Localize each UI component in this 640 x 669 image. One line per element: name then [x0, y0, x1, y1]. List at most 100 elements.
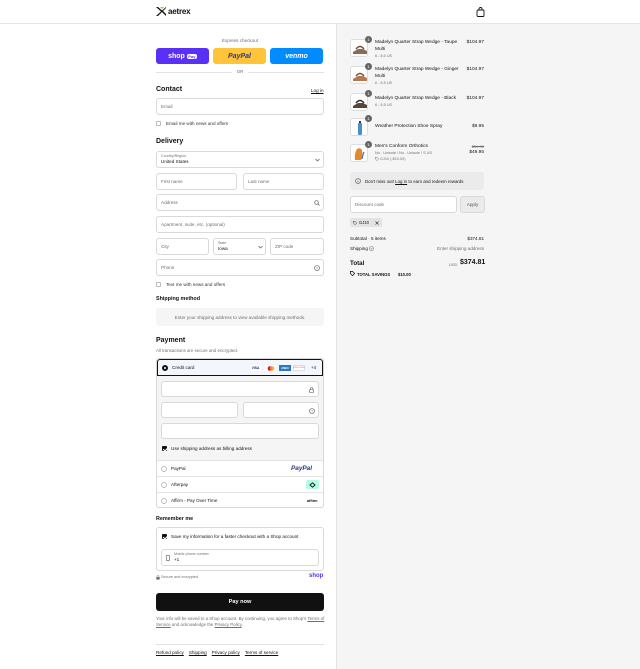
save-info-checkbox[interactable]: [162, 534, 167, 539]
product-name: Men's Conform Orthotics: [375, 144, 428, 149]
info-icon: [355, 178, 361, 184]
mobile-phone-field[interactable]: Mobile phone number +1: [161, 549, 319, 566]
mobile-phone-label: Mobile phone number: [174, 552, 209, 556]
text-news-checkbox[interactable]: [156, 282, 161, 287]
rewards-text: Don't miss out! Log in to earn and redee…: [365, 179, 464, 184]
mobile-phone-value: +1: [174, 557, 180, 562]
footer-links: Refund policy Shipping Privacy policy Te…: [156, 650, 283, 655]
visa-icon: VISA: [250, 365, 261, 371]
footer-divider: [156, 644, 324, 645]
product-name: Weather Protection Shoe Spray: [375, 124, 443, 129]
brand-logo[interactable]: aetrex: [156, 7, 191, 16]
security-code-field[interactable]: ?: [243, 402, 319, 418]
svg-text:?: ?: [316, 267, 318, 271]
product-price: $9.95: [471, 124, 484, 129]
affirm-option[interactable]: Affirm - Pay Over Time affirm: [157, 492, 323, 507]
shop-logo-icon: shop: [309, 573, 324, 579]
lock-icon: [156, 575, 160, 580]
subtotal-label: Subtotal · 5 items: [350, 236, 386, 241]
help-icon[interactable]: ?: [309, 408, 315, 414]
apartment-field[interactable]: Apartment, suite, etc. (optional): [156, 216, 324, 233]
svg-text:?: ?: [311, 410, 313, 414]
email-field[interactable]: Email: [156, 98, 324, 115]
pay-now-button[interactable]: Pay now: [156, 593, 324, 611]
footer-privacy-link[interactable]: Privacy policy: [212, 650, 240, 655]
help-icon[interactable]: ?: [369, 246, 374, 251]
product-discount: GJ10 (-$10.00): [380, 157, 406, 161]
mastercard-icon: [265, 365, 276, 371]
footer-terms-link[interactable]: Terms of service: [245, 650, 278, 655]
footer-refund-link[interactable]: Refund policy: [156, 650, 184, 655]
country-label: Country/Region: [161, 154, 186, 158]
discount-tag-icon: [375, 157, 379, 161]
afterpay-option[interactable]: Afterpay: [157, 476, 323, 492]
product-name: Madelyn Quarter Strap Wedge - Black: [375, 96, 456, 101]
close-icon[interactable]: [375, 220, 379, 225]
apply-button[interactable]: Apply: [460, 196, 485, 213]
discount-code-field[interactable]: Discount code: [350, 196, 457, 213]
zip-field[interactable]: ZIP code: [270, 238, 324, 255]
affirm-label: Affirm - Pay Over Time: [171, 498, 218, 503]
first-name-field[interactable]: First name: [156, 173, 237, 190]
card-number-field[interactable]: [161, 381, 319, 397]
sandal-image-icon: [353, 72, 367, 81]
email-news-checkbox[interactable]: [156, 121, 161, 126]
paypal-option[interactable]: PayPal PayPal: [157, 460, 323, 476]
expiry-field[interactable]: [161, 402, 238, 418]
shipping-label: Shipping: [350, 246, 368, 251]
last-name-field[interactable]: Last name: [243, 173, 324, 190]
country-select[interactable]: Country/Region United States: [156, 151, 324, 168]
amex-icon: AMEX: [279, 365, 291, 371]
city-field[interactable]: City: [156, 238, 209, 255]
last-name-placeholder: Last name: [248, 179, 270, 184]
address-field[interactable]: Address: [156, 194, 324, 211]
login-link[interactable]: Log in: [311, 88, 324, 93]
shopping-bag-icon[interactable]: [476, 7, 485, 17]
credit-card-option[interactable]: Credit card VISA AMEX DISCOVER +4: [157, 359, 323, 376]
paypal-logo-icon: PayPal: [291, 465, 312, 472]
billing-same-checkbox[interactable]: [162, 446, 167, 451]
product-price: $104.97: [466, 40, 484, 45]
qty-badge: 1: [365, 90, 372, 97]
venmo-button[interactable]: venmo: [270, 48, 323, 64]
rewards-text-pre: Don't miss out!: [365, 179, 394, 184]
aetrex-logo-icon: [156, 7, 166, 16]
paypal-button[interactable]: PayPal: [213, 48, 266, 64]
paypal-radio[interactable]: [161, 466, 167, 472]
header: aetrex: [0, 0, 640, 24]
shop-pay-text: shop: [168, 52, 185, 60]
state-label: State: [218, 241, 227, 245]
afterpay-label: Afterpay: [171, 482, 189, 487]
privacy-policy-link[interactable]: Privacy Policy: [215, 622, 242, 627]
shipping-value: Enter shipping address: [437, 246, 484, 251]
name-on-card-field[interactable]: [161, 423, 319, 439]
state-select[interactable]: State Iowa: [213, 238, 266, 255]
savings-tag-icon: [350, 271, 355, 276]
product-variant: No - Unisole / No - Unisole / S US: [375, 151, 432, 155]
remember-me-box: Save my information for a faster checkou…: [156, 527, 324, 571]
zip-placeholder: ZIP code: [275, 244, 294, 249]
phone-placeholder: Phone: [161, 265, 175, 270]
footer-shipping-link[interactable]: Shipping: [189, 650, 207, 655]
city-placeholder: City: [161, 244, 169, 249]
shipping-method-box: Enter your shipping address to view avai…: [156, 308, 324, 326]
rewards-text-post: to earn and redeem rewards: [408, 179, 464, 184]
rewards-login-link[interactable]: Log in: [395, 179, 407, 184]
disclaimer: Your info will be saved to a Shop accoun…: [156, 616, 326, 628]
apartment-placeholder: Apartment, suite, etc. (optional): [161, 222, 225, 227]
afterpay-radio[interactable]: [161, 482, 167, 488]
help-icon[interactable]: ?: [314, 265, 320, 271]
orthotic-insole-icon: [354, 148, 365, 160]
chevron-down-icon: [258, 245, 263, 249]
shop-pay-button[interactable]: shop Pay: [156, 48, 209, 64]
product-variant: 6 - 6.5 US: [375, 81, 393, 85]
credit-card-radio[interactable]: [162, 365, 168, 371]
phone-field[interactable]: Phone ?: [156, 259, 324, 276]
total-savings-value: $10.00: [398, 272, 411, 277]
qty-badge: 1: [365, 141, 372, 148]
product-old-price: $59.95: [471, 144, 484, 149]
search-icon: [314, 200, 320, 206]
pay-now-label: Pay now: [228, 599, 252, 605]
affirm-radio[interactable]: [161, 498, 167, 504]
total-label: Total: [350, 260, 365, 267]
